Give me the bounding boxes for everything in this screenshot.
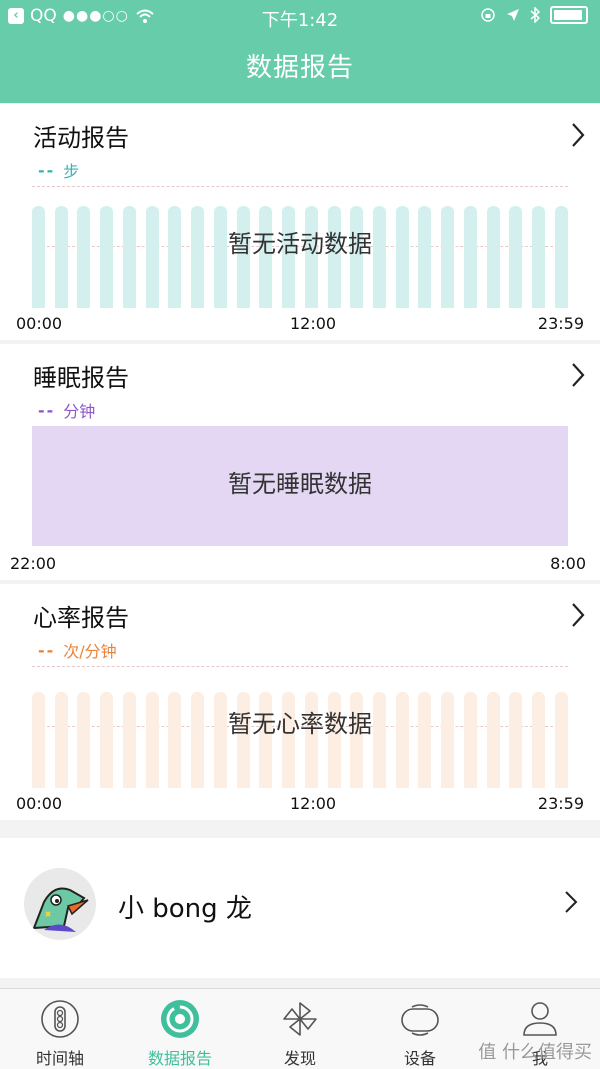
heart-legend-unit: 次/分钟 (63, 642, 117, 661)
tab-label: 设备 (403, 1049, 436, 1068)
heart-gridline (32, 666, 568, 667)
heart-empty-message: 暂无心率数据 (228, 710, 372, 738)
heart-legend: -- 次/分钟 (38, 638, 117, 662)
sleep-empty-message: 暂无睡眠数据 (228, 470, 372, 498)
tab-label: 时间轴 (35, 1049, 84, 1068)
dragon-avatar-icon (24, 868, 96, 940)
heart-axis-start: 00:00 (16, 794, 63, 813)
heart-axis-end: 23:59 (537, 794, 584, 813)
sleep-axis-end: 8:00 (550, 554, 586, 573)
bluetooth-icon (530, 7, 540, 23)
person-icon (523, 1002, 557, 1036)
sleep-axis-start: 22:00 (10, 554, 57, 573)
activity-gridline (32, 186, 568, 187)
sleep-legend-unit: 分钟 (63, 402, 96, 421)
heart-rate-report-title: 心率报告 (33, 604, 129, 632)
profile-name: 小 bong 龙 (118, 894, 252, 924)
avatar[interactable] (24, 868, 96, 940)
legend-dash-icon: -- (38, 640, 56, 660)
pinwheel-icon (283, 1002, 317, 1036)
heart-axis-mid: 12:00 (290, 794, 337, 813)
chevron-right-icon[interactable] (570, 122, 586, 148)
watermark: 值 什么值得买 (478, 1042, 592, 1063)
lock-rotation-icon (481, 8, 495, 22)
tab-timeline[interactable]: 时间轴 (0, 989, 120, 1069)
activity-legend-unit: 步 (63, 162, 80, 181)
activity-axis-mid: 12:00 (290, 314, 337, 333)
battery-icon (550, 6, 588, 24)
activity-legend: -- 步 (38, 158, 79, 182)
tab-discover[interactable]: 发现 (240, 989, 360, 1069)
tab-label: 发现 (283, 1049, 316, 1068)
status-right (480, 6, 588, 24)
profile-row[interactable]: 小 bong 龙 (0, 838, 600, 978)
activity-empty-message: 暂无活动数据 (228, 230, 372, 258)
data-report-icon (161, 1000, 199, 1038)
nav-bar: 数据报告 (0, 33, 600, 103)
activity-report-card[interactable]: 活动报告 -- 步 暂无活动数据 00:00 12:00 23:59 (0, 104, 600, 340)
chevron-right-icon[interactable] (564, 890, 578, 914)
activity-report-title: 活动报告 (33, 124, 129, 152)
legend-dash-icon: -- (38, 160, 56, 180)
location-arrow-icon (507, 9, 519, 21)
activity-axis-end: 23:59 (537, 314, 584, 333)
sleep-report-card[interactable]: 睡眠报告 -- 分钟 暂无睡眠数据 22:00 8:00 (0, 344, 600, 580)
sleep-report-title: 睡眠报告 (33, 364, 129, 392)
tab-devices[interactable]: 设备 (360, 989, 480, 1069)
heart-rate-report-card[interactable]: 心率报告 -- 次/分钟 暂无心率数据 00:00 12:00 23:59 (0, 584, 600, 820)
chevron-right-icon[interactable] (570, 362, 586, 388)
tab-data-report[interactable]: 数据报告 (120, 989, 240, 1069)
status-bar: ‹ QQ ●●●○○ 下午1:42 (0, 0, 600, 33)
timeline-icon (41, 1000, 79, 1038)
tab-label: 数据报告 (147, 1049, 212, 1068)
device-band-icon (401, 1004, 439, 1036)
chevron-right-icon[interactable] (570, 602, 586, 628)
sleep-legend: -- 分钟 (38, 398, 95, 422)
page-title: 数据报告 (245, 53, 354, 83)
legend-dash-icon: -- (38, 400, 56, 420)
activity-axis-start: 00:00 (16, 314, 63, 333)
